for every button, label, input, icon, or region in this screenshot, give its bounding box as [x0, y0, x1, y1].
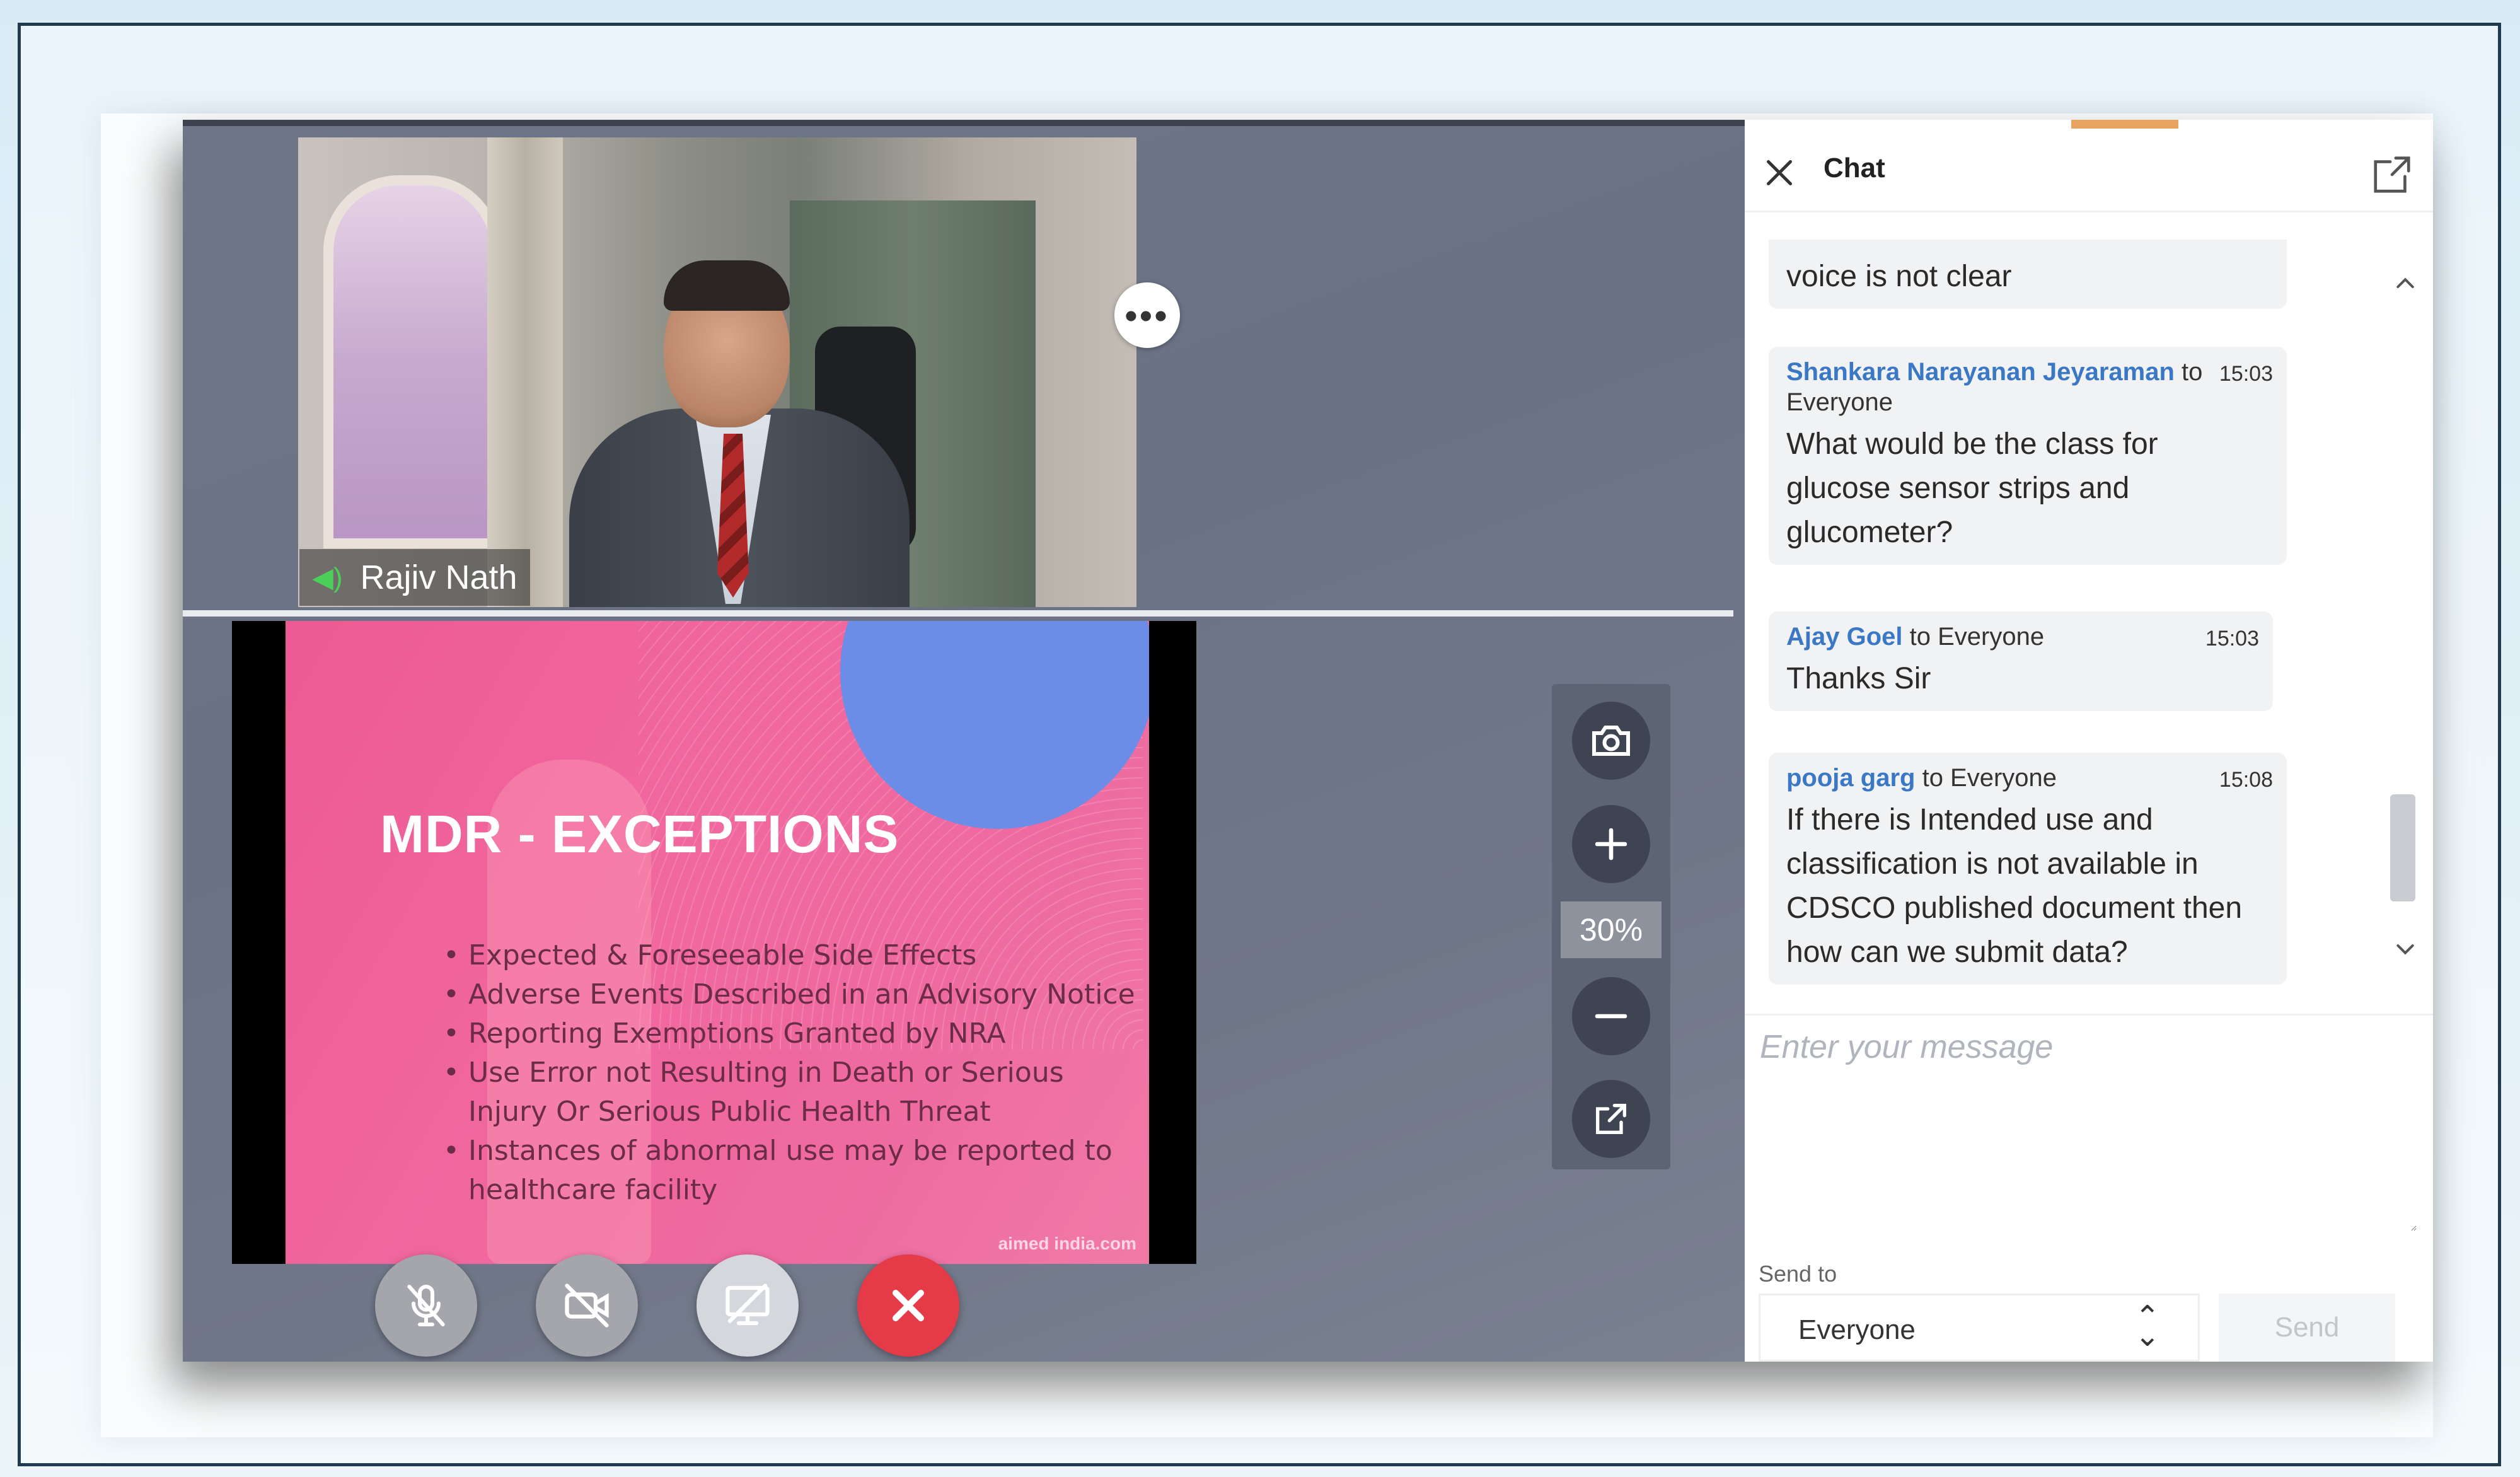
send-to-label: Send to	[1759, 1261, 1837, 1287]
chat-message-list[interactable]: voice is not clear Shankara Narayanan Je…	[1745, 240, 2433, 1009]
background-window	[323, 175, 501, 548]
screen-share-button[interactable]	[696, 1254, 799, 1357]
message-sender[interactable]: pooja garg	[1786, 764, 1915, 792]
participant-name: Rajiv Nath	[360, 559, 517, 596]
video-area: ••• ◀) Rajiv Nath MDR - EXCEPTIONS Expec…	[183, 120, 1745, 1362]
mute-button[interactable]	[375, 1254, 477, 1357]
chat-scrollbar-thumb[interactable]	[2390, 794, 2415, 901]
message-text: Thanks Sir	[1786, 662, 1931, 695]
zoom-percentage: 30%	[1561, 901, 1662, 958]
slide-bullet-list: Expected & Foreseeable Side Effects Adve…	[443, 936, 1136, 1210]
message-header: Shankara Narayanan Jeyaraman to Everyone	[1786, 357, 2269, 417]
chat-message: pooja garg to Everyone 15:08 If there is…	[1769, 753, 2287, 985]
send-button[interactable]: Send	[2219, 1294, 2395, 1362]
popout-icon	[1596, 1104, 1626, 1134]
message-text: voice is not clear	[1786, 260, 2012, 293]
message-sender[interactable]: Shankara Narayanan Jeyaraman	[1786, 358, 2175, 386]
meeting-app: ••• ◀) Rajiv Nath MDR - EXCEPTIONS Expec…	[183, 120, 2433, 1362]
snapshot-button[interactable]	[1572, 702, 1650, 780]
message-sender[interactable]: Ajay Goel	[1786, 623, 1903, 651]
popout-video-button[interactable]	[1572, 1080, 1650, 1158]
camera-icon	[1592, 726, 1630, 756]
participant-name-tag: ◀) Rajiv Nath	[299, 549, 530, 606]
chat-input-area	[1745, 1014, 2433, 1255]
video-toggle-button[interactable]	[536, 1254, 638, 1357]
more-options-button[interactable]: •••	[1114, 282, 1180, 348]
video-top-border	[183, 120, 1745, 126]
slide-bullet: Use Error not Resulting in Death or Seri…	[443, 1053, 1136, 1132]
close-icon[interactable]	[1760, 154, 1798, 192]
chat-message: Shankara Narayanan Jeyaraman to Everyone…	[1769, 347, 2287, 565]
chat-title: Chat	[1824, 153, 1885, 183]
slide-title: MDR - EXCEPTIONS	[380, 804, 899, 864]
message-recipient: to Everyone	[1922, 764, 2057, 792]
end-call-button[interactable]	[857, 1254, 959, 1357]
slide-footer: aimed india.com	[998, 1234, 1136, 1253]
message-text: If there is Intended use and classificat…	[1786, 803, 2243, 969]
speaker-active-icon: ◀)	[312, 562, 343, 593]
chat-message: voice is not clear	[1769, 240, 2287, 309]
participant-video-tile[interactable]	[298, 137, 1136, 607]
chat-accent-strip	[2071, 120, 2178, 129]
slide-bullet: Instances of abnormal use may be reporte…	[443, 1132, 1136, 1210]
message-header: Ajay Goel to Everyone	[1786, 622, 2255, 652]
video-off-icon	[565, 1283, 609, 1328]
background-curtain	[487, 137, 563, 607]
message-text: What would be the class for glucose sens…	[1786, 427, 2158, 549]
zoom-out-icon	[1595, 1014, 1627, 1019]
zoom-in-icon	[1595, 828, 1627, 860]
slide-bullet: Expected & Foreseeable Side Effects	[443, 936, 1136, 975]
message-time: 15:03	[2205, 627, 2259, 651]
zoom-in-button[interactable]	[1572, 805, 1650, 883]
chat-message-input[interactable]	[1759, 1027, 2417, 1231]
zoom-out-button[interactable]	[1572, 977, 1650, 1055]
send-to-value: Everyone	[1798, 1314, 1916, 1345]
chat-message: Ajay Goel to Everyone 15:03 Thanks Sir	[1769, 611, 2273, 711]
more-horizontal-icon: •••	[1124, 295, 1170, 335]
chat-header: Chat	[1745, 129, 2433, 212]
screen-share-icon	[725, 1283, 770, 1326]
chevron-down-icon[interactable]	[2393, 936, 2418, 961]
message-recipient: to Everyone	[1909, 623, 2045, 651]
slide-bullet: Reporting Exemptions Granted by NRA	[443, 1014, 1136, 1053]
send-to-select[interactable]: Everyone ⌃ ⌄	[1759, 1294, 2200, 1362]
slide-bullet: Adverse Events Described in an Advisory …	[443, 975, 1136, 1014]
message-time: 15:08	[2219, 768, 2273, 792]
message-time: 15:03	[2219, 362, 2273, 386]
chevron-up-icon[interactable]	[2393, 271, 2418, 296]
zoom-panel: 30%	[1552, 684, 1670, 1169]
end-call-icon	[893, 1290, 924, 1321]
screen-share-tile[interactable]: MDR - EXCEPTIONS Expected & Foreseeable …	[232, 621, 1196, 1264]
chat-panel: Chat voice is not clear Shankara Narayan…	[1745, 120, 2433, 1362]
presentation-slide: MDR - EXCEPTIONS Expected & Foreseeable …	[286, 621, 1149, 1264]
participant-hair	[664, 260, 790, 311]
mic-off-icon	[407, 1285, 445, 1326]
message-header: pooja garg to Everyone	[1786, 763, 2269, 793]
popout-icon[interactable]	[2370, 153, 2414, 197]
select-arrows-icon: ⌃ ⌄	[2134, 1300, 2160, 1353]
tile-divider[interactable]	[183, 610, 1733, 617]
